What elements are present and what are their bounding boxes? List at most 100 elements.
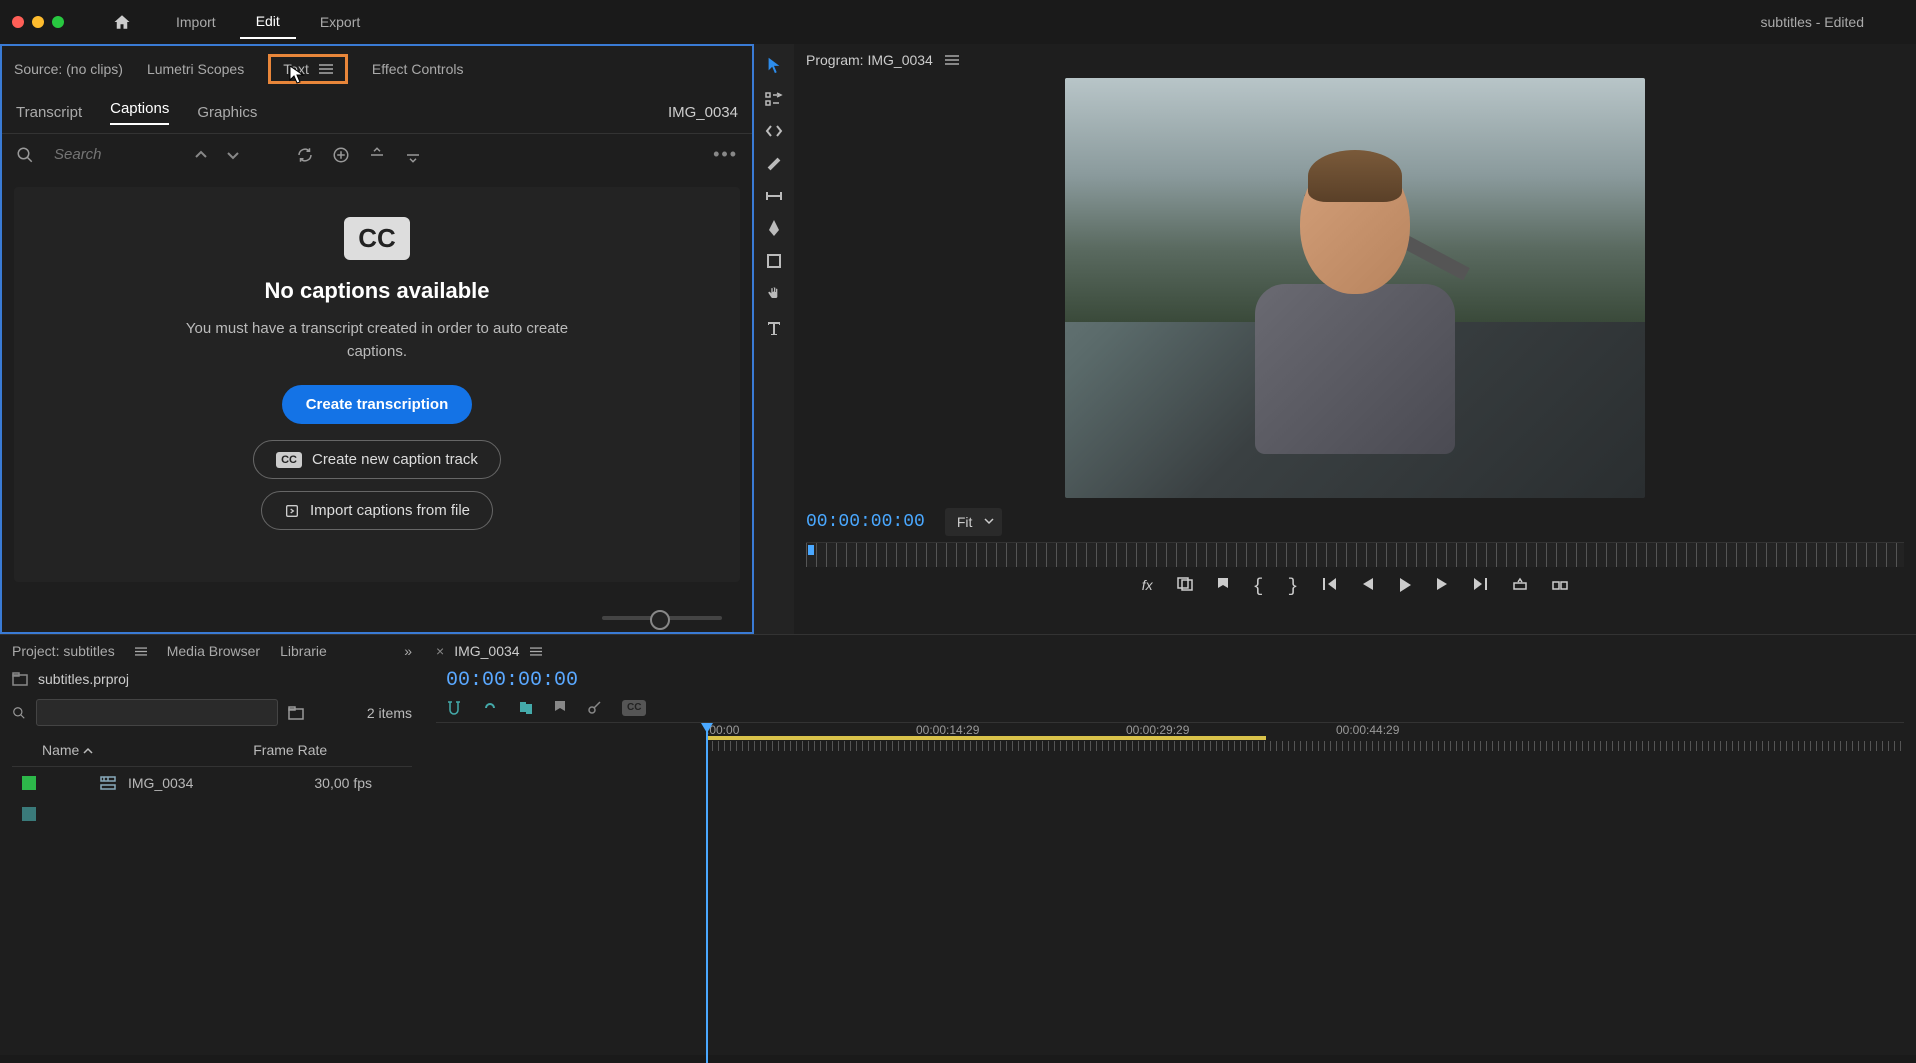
import-captions-button[interactable]: Import captions from file: [261, 491, 493, 530]
label-swatch: [22, 776, 36, 790]
hand-tool-icon[interactable]: [766, 286, 782, 302]
workspace-tab-import[interactable]: Import: [160, 6, 232, 38]
fx-button[interactable]: fx: [1142, 577, 1153, 597]
maximize-window-button[interactable]: [52, 16, 64, 28]
text-sub-tabs: Transcript Captions Graphics IMG_0034: [2, 92, 752, 134]
source-panel: Source: (no clips) Lumetri Scopes Text E…: [0, 44, 754, 634]
zoom-fit-dropdown[interactable]: Fit: [945, 508, 1003, 536]
go-to-out-icon[interactable]: [1472, 577, 1488, 597]
captions-toolbar: •••: [2, 134, 752, 175]
panel-menu-icon[interactable]: [530, 647, 542, 656]
empty-description: You must have a transcript created in or…: [167, 318, 587, 363]
marker-icon[interactable]: [1217, 577, 1229, 597]
sub-tab-graphics[interactable]: Graphics: [197, 104, 257, 121]
label-swatch: [22, 807, 36, 821]
play-icon[interactable]: [1398, 577, 1412, 597]
zoom-fit-label: Fit: [957, 514, 973, 530]
timeline-sequence-name[interactable]: IMG_0034: [454, 643, 519, 659]
timeline-timecode[interactable]: 00:00:00:00: [436, 669, 1904, 692]
step-forward-icon[interactable]: [1436, 577, 1448, 597]
captions-empty-state: CC No captions available You must have a…: [14, 187, 740, 582]
sub-tab-transcript[interactable]: Transcript: [16, 104, 82, 121]
close-sequence-icon[interactable]: ×: [436, 643, 444, 659]
create-transcription-button[interactable]: Create transcription: [282, 385, 473, 424]
in-bracket-icon[interactable]: {: [1253, 577, 1264, 597]
ruler-tick-label: 00:00:29:29: [1126, 723, 1336, 737]
program-panel: Program: IMG_0034 00:00:00:00 Fit fx { }: [794, 44, 1916, 634]
merge-down-icon[interactable]: [404, 146, 422, 164]
out-bracket-icon[interactable]: }: [1287, 577, 1298, 597]
zoom-slider-handle[interactable]: [650, 610, 670, 630]
window-controls: [12, 16, 64, 28]
type-tool-icon[interactable]: [766, 320, 782, 336]
panel-menu-icon[interactable]: [319, 64, 333, 74]
item-framerate: 30,00 fps: [314, 775, 372, 791]
add-icon[interactable]: [332, 146, 350, 164]
razor-tool-icon[interactable]: [766, 156, 782, 172]
search-icon[interactable]: [16, 146, 34, 164]
lift-icon[interactable]: [1512, 577, 1528, 597]
home-icon[interactable]: [112, 13, 132, 31]
tab-libraries[interactable]: Librarie: [280, 643, 327, 659]
marker-icon[interactable]: [554, 700, 566, 716]
minimize-window-button[interactable]: [32, 16, 44, 28]
create-caption-track-button[interactable]: CC Create new caption track: [253, 440, 501, 479]
panel-menu-icon[interactable]: [945, 55, 959, 65]
track-select-forward-tool-icon[interactable]: [765, 92, 783, 106]
ruler-labels: :00:00 00:00:14:29 00:00:29:29 00:00:44:…: [706, 723, 1904, 737]
import-icon: [284, 503, 300, 519]
selection-tool-icon[interactable]: [766, 56, 782, 74]
project-row[interactable]: [12, 799, 412, 829]
program-ruler[interactable]: [806, 542, 1904, 567]
work-area-bar[interactable]: [706, 736, 1266, 740]
new-bin-icon[interactable]: [288, 706, 306, 720]
project-file-name: subtitles.prproj: [38, 671, 129, 687]
program-monitor[interactable]: [1065, 78, 1645, 498]
project-tabs: Project: subtitles Media Browser Librari…: [12, 643, 412, 659]
tab-lumetri-scopes[interactable]: Lumetri Scopes: [147, 61, 244, 77]
sequence-name-label: IMG_0034: [668, 104, 738, 121]
export-frame-icon[interactable]: [1177, 577, 1193, 597]
workspace-tab-export[interactable]: Export: [304, 6, 376, 38]
playhead[interactable]: [706, 723, 708, 1063]
project-search-input[interactable]: [36, 699, 278, 726]
tab-project[interactable]: Project: subtitles: [12, 643, 115, 659]
program-timecode[interactable]: 00:00:00:00: [806, 512, 925, 532]
project-search-row: 2 items: [12, 699, 412, 726]
sub-tab-captions[interactable]: Captions: [110, 100, 169, 125]
rectangle-tool-icon[interactable]: [767, 254, 781, 268]
refresh-icon[interactable]: [296, 146, 314, 164]
overflow-icon[interactable]: »: [404, 643, 412, 659]
chevron-up-icon[interactable]: [194, 148, 208, 162]
close-window-button[interactable]: [12, 16, 24, 28]
tab-media-browser[interactable]: Media Browser: [167, 643, 260, 659]
slip-tool-icon[interactable]: [765, 190, 783, 202]
project-row[interactable]: IMG_0034 30,00 fps: [12, 767, 412, 799]
more-options-icon[interactable]: •••: [713, 144, 738, 165]
ripple-edit-tool-icon[interactable]: [765, 124, 783, 138]
chevron-down-icon[interactable]: [226, 148, 240, 162]
pen-tool-icon[interactable]: [767, 220, 781, 236]
search-input[interactable]: [52, 145, 176, 164]
step-back-icon[interactable]: [1362, 577, 1374, 597]
col-name[interactable]: Name: [42, 742, 93, 758]
panel-menu-icon[interactable]: [135, 647, 147, 656]
program-label: Program: IMG_0034: [806, 52, 933, 68]
linked-selection-icon[interactable]: [482, 700, 498, 716]
cc-toggle-icon[interactable]: CC: [622, 700, 646, 716]
settings-icon[interactable]: [586, 700, 602, 716]
item-name: IMG_0034: [128, 775, 193, 791]
zoom-slider[interactable]: [602, 616, 722, 620]
split-up-icon[interactable]: [368, 146, 386, 164]
snap-icon[interactable]: [446, 700, 462, 716]
workspace-tab-edit[interactable]: Edit: [240, 5, 296, 39]
video-content: [1227, 154, 1482, 482]
tab-effect-controls[interactable]: Effect Controls: [372, 61, 464, 77]
timeline-ruler[interactable]: :00:00 00:00:14:29 00:00:29:29 00:00:44:…: [436, 722, 1904, 753]
add-marker-icon[interactable]: [518, 700, 534, 716]
extract-icon[interactable]: [1552, 577, 1568, 597]
col-frame-rate[interactable]: Frame Rate: [253, 742, 327, 758]
tab-text-highlighted[interactable]: Text: [268, 54, 348, 84]
tab-source[interactable]: Source: (no clips): [14, 61, 123, 77]
go-to-in-icon[interactable]: [1322, 577, 1338, 597]
